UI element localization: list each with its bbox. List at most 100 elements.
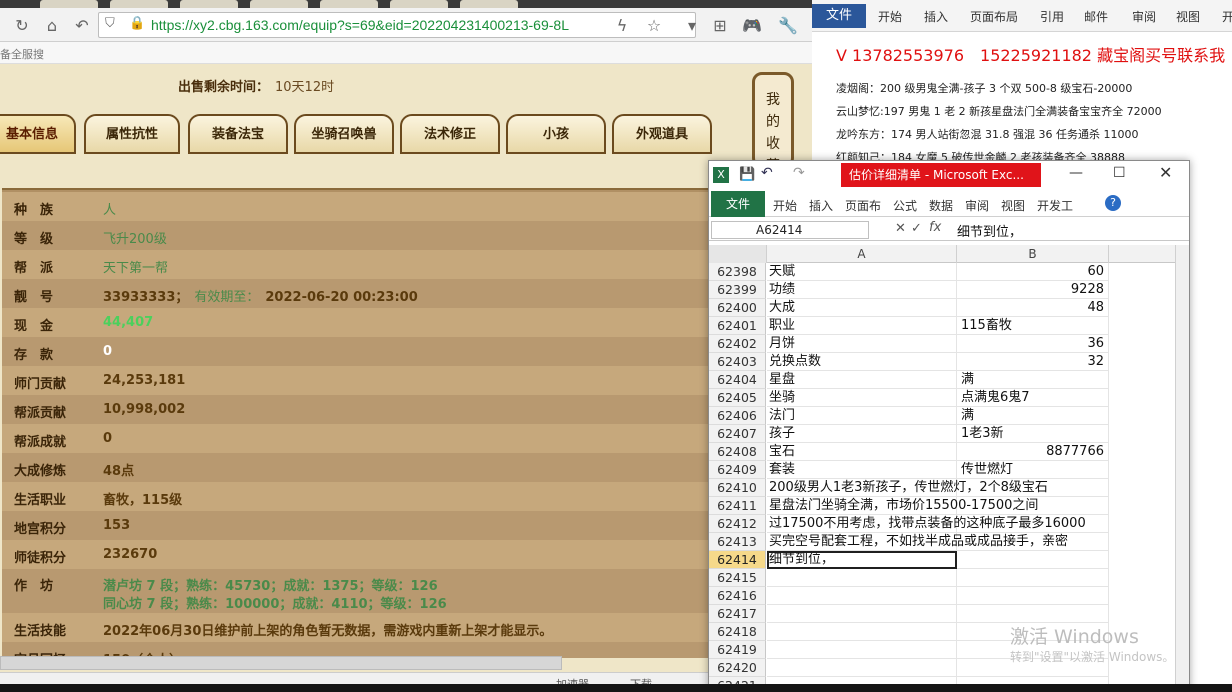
cell-b[interactable]: 60 (957, 263, 1109, 281)
close-icon[interactable]: ✕ (1159, 163, 1172, 182)
tab-equipment[interactable]: 装备法宝 (188, 114, 288, 154)
cancel-icon[interactable]: ✕ (895, 221, 906, 236)
excel-tab-home[interactable]: 开始 (773, 197, 797, 214)
tab-children[interactable]: 小孩 (506, 114, 606, 154)
excel-file-tab[interactable]: 文件 (711, 191, 765, 217)
row-number[interactable]: 62416 (709, 587, 766, 605)
cell-a[interactable]: 月饼 (767, 335, 957, 353)
cell-b[interactable]: 满 (957, 371, 1109, 389)
tab-appearance[interactable]: 外观道具 (612, 114, 712, 154)
row-number[interactable]: 62402 (709, 335, 766, 353)
cell-a[interactable]: 职业 (767, 317, 957, 335)
excel-tab-data[interactable]: 数据 (929, 197, 953, 214)
browser-tab[interactable] (460, 0, 518, 8)
row-number[interactable]: 62403 (709, 353, 766, 371)
cell-a[interactable]: 功绩 (767, 281, 957, 299)
function-icon[interactable]: fx (929, 220, 941, 235)
cell-b[interactable]: 传世燃灯 (957, 461, 1109, 479)
grid-icon[interactable]: ⊞ (710, 16, 730, 36)
excel-tab-review[interactable]: 审阅 (965, 197, 989, 214)
redo-icon[interactable]: ↷ (793, 165, 805, 181)
browser-tab[interactable] (390, 0, 448, 8)
cell-b[interactable] (957, 551, 1109, 569)
row-number[interactable]: 62406 (709, 407, 766, 425)
row-number[interactable]: 62414 (709, 551, 766, 569)
cell-b[interactable]: 8877766 (957, 443, 1109, 461)
cell-a[interactable]: 孩子 (767, 425, 957, 443)
row-number[interactable]: 62418 (709, 623, 766, 641)
excel-tab-developer[interactable]: 开发工 (1037, 197, 1073, 214)
cell-b[interactable] (957, 479, 1109, 497)
word-tab-home[interactable]: 开始 (878, 8, 902, 25)
browser-tab[interactable] (110, 0, 168, 8)
row-number[interactable]: 62400 (709, 299, 766, 317)
cell-a[interactable] (767, 605, 957, 623)
cell-a[interactable]: 200级男人1老3新孩子，传世燃灯，2个8级宝石 (767, 479, 1048, 497)
cell-b[interactable]: 满 (957, 407, 1109, 425)
cell-b[interactable] (957, 515, 1109, 533)
lightning-icon[interactable]: ϟ (612, 16, 632, 36)
row-number[interactable]: 62409 (709, 461, 766, 479)
row-number[interactable]: 62401 (709, 317, 766, 335)
tab-basic-info[interactable]: 基本信息 (0, 114, 76, 154)
browser-tab[interactable] (180, 0, 238, 8)
row-number[interactable]: 62415 (709, 569, 766, 587)
row-number[interactable]: 62417 (709, 605, 766, 623)
cell-a[interactable] (767, 623, 957, 641)
word-tab-mailings[interactable]: 邮件 (1084, 8, 1108, 25)
vertical-scrollbar[interactable] (1175, 245, 1189, 691)
cell-a[interactable]: 宝石 (767, 443, 957, 461)
cell-b[interactable]: 1老3新 (957, 425, 1109, 443)
cell-a[interactable]: 法门 (767, 407, 957, 425)
select-all-corner[interactable] (709, 245, 767, 263)
maximize-icon[interactable]: ☐ (1113, 165, 1126, 181)
tab-mounts-pets[interactable]: 坐骑召唤兽 (294, 114, 394, 154)
cell-b[interactable] (957, 569, 1109, 587)
row-number[interactable]: 62410 (709, 479, 766, 497)
cell-a[interactable]: 星盘 (767, 371, 957, 389)
cell-b[interactable]: 32 (957, 353, 1109, 371)
row-number[interactable]: 62399 (709, 281, 766, 299)
excel-tab-formulas[interactable]: 公式 (893, 197, 917, 214)
tab-attributes[interactable]: 属性抗性 (84, 114, 180, 154)
cell-b[interactable]: 115畜牧 (957, 317, 1109, 335)
cell-a[interactable]: 买完空号配套工程，不如找半成品或成品接手，亲密 (767, 533, 1068, 551)
horizontal-scrollbar[interactable] (0, 656, 562, 670)
dropdown-icon[interactable]: ▾ (682, 16, 702, 36)
cell-b[interactable] (957, 533, 1109, 551)
word-tab-layout[interactable]: 页面布局 (970, 8, 1018, 25)
cell-a[interactable]: 过17500不用考虑，找带点装备的这种底子最多16000 (767, 515, 1086, 533)
cell-a[interactable]: 星盘法门坐骑全满，市场价15500-17500之间 (767, 497, 1038, 515)
cell-b[interactable] (957, 587, 1109, 605)
cell-a[interactable] (767, 659, 957, 677)
cell-a[interactable]: 天赋 (767, 263, 957, 281)
cell-a[interactable]: 坐骑 (767, 389, 957, 407)
row-number[interactable]: 62411 (709, 497, 766, 515)
cell-a[interactable]: 大成 (767, 299, 957, 317)
cell-b[interactable] (957, 497, 1109, 515)
name-box[interactable]: A62414 (711, 221, 869, 239)
row-number[interactable]: 62420 (709, 659, 766, 677)
excel-tab-insert[interactable]: 插入 (809, 197, 833, 214)
row-number[interactable]: 62412 (709, 515, 766, 533)
excel-tab-view[interactable]: 视图 (1001, 197, 1025, 214)
cell-b[interactable]: 36 (957, 335, 1109, 353)
excel-tab-pagelayout[interactable]: 页面布 (845, 197, 881, 214)
row-number[interactable]: 62404 (709, 371, 766, 389)
undo-icon[interactable]: ↶ (72, 16, 92, 36)
star-icon[interactable]: ☆ (644, 16, 664, 36)
cell-b[interactable] (957, 605, 1109, 623)
cell-a[interactable] (767, 587, 957, 605)
undo-icon[interactable]: ↶ (761, 165, 773, 181)
minimize-icon[interactable]: — (1069, 165, 1083, 181)
browser-tab[interactable] (250, 0, 308, 8)
word-tab-insert[interactable]: 插入 (924, 8, 948, 25)
cell-a[interactable] (767, 641, 957, 659)
gamepad-icon[interactable]: 🎮 (742, 16, 762, 36)
word-tab-developer[interactable]: 开 (1222, 8, 1232, 25)
word-tab-view[interactable]: 视图 (1176, 8, 1200, 25)
column-header-a[interactable]: A (767, 245, 957, 263)
row-number[interactable]: 62419 (709, 641, 766, 659)
row-number[interactable]: 62408 (709, 443, 766, 461)
cell-a[interactable]: 套装 (767, 461, 957, 479)
